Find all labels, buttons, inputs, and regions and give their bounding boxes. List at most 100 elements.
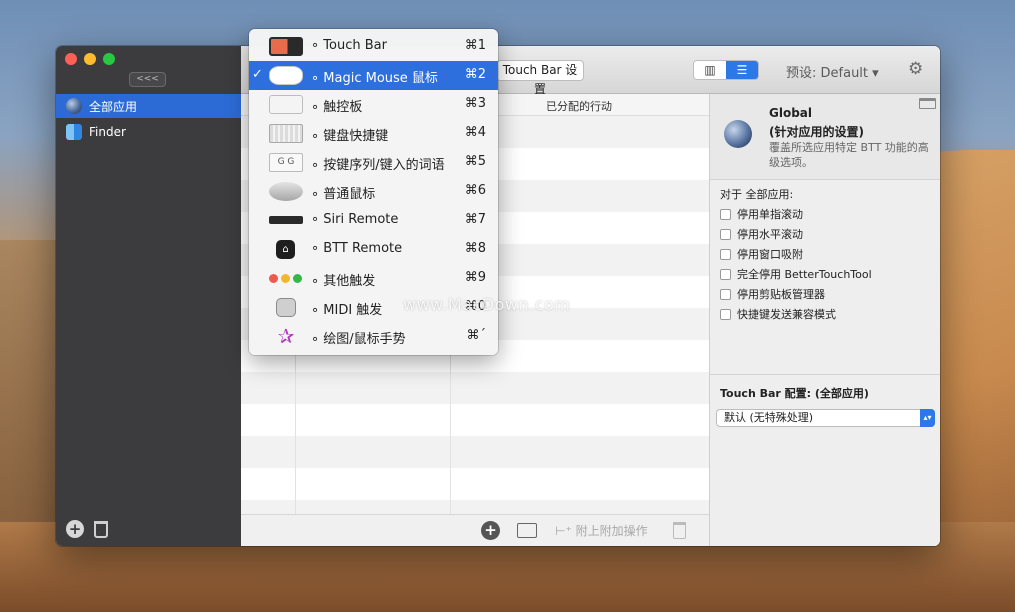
table-row[interactable] — [241, 436, 709, 468]
trackpad-icon — [269, 95, 303, 114]
touchbar-icon — [269, 37, 303, 56]
menu-item-shortcut: ⌘3 — [464, 96, 486, 111]
touchbar-config-value: 默认 (无特殊处理) — [724, 411, 814, 424]
drawing-icon: ✰ — [277, 324, 295, 348]
panel-description: 覆盖所选应用特定 BTT 功能的高级选项。 — [769, 141, 929, 169]
checkbox-label: 快捷键发送兼容模式 — [737, 308, 836, 321]
checkbox[interactable] — [720, 308, 731, 320]
menu-item-label: ∘ 绘图/鼠标手势 — [311, 332, 406, 347]
touchbar-config-select[interactable]: 默认 (无特殊处理) ▴▾ — [716, 409, 935, 427]
sidebar-actions: + — [66, 520, 108, 538]
add-trigger-button[interactable]: + — [481, 521, 500, 540]
panel-subtitle: (针对应用的设置) — [769, 125, 864, 139]
view-mode-segmented-control[interactable]: ▥ ☰ — [693, 60, 759, 80]
checkbox-disable-clipboard-manager[interactable]: 停用剪贴板管理器 — [720, 286, 825, 302]
watermark: www.MacDown.com — [403, 295, 571, 314]
detach-window-icon[interactable] — [919, 98, 936, 109]
menu-item-drawing-gestures[interactable]: ✰ ∘ 绘图/鼠标手势 ⌘´ — [249, 322, 498, 351]
preset-selector[interactable]: 预设: Default ▾ — [786, 62, 879, 81]
checkbox-label: 完全停用 BetterTouchTool — [737, 268, 872, 281]
settings-panel-header: Global (针对应用的设置) 覆盖所选应用特定 BTT 功能的高级选项。 — [710, 94, 940, 180]
delete-trigger-button[interactable] — [673, 522, 686, 539]
checkbox-label: 停用水平滚动 — [737, 228, 803, 241]
list-view-icon[interactable]: ☰ — [726, 61, 758, 79]
checkbox[interactable] — [720, 288, 731, 300]
menu-item-label: ∘ Magic Mouse 鼠标 — [311, 71, 438, 86]
menu-item-label: ∘ Touch Bar — [311, 38, 387, 53]
panel-title: Global — [769, 106, 813, 120]
btt-remote-icon: ⌂ — [276, 240, 295, 259]
menu-item-label: ∘ 按键序列/键入的词语 — [311, 158, 445, 173]
menu-item-shortcut: ⌘7 — [464, 212, 486, 227]
checkmark-icon: ✓ — [252, 67, 263, 82]
other-triggers-icon — [269, 269, 303, 288]
attach-icon: ⊢⁺ — [555, 524, 576, 538]
sidebar: <<< 全部应用 Finder + — [56, 46, 241, 546]
menu-item-normal-mouse[interactable]: ∘ 普通鼠标 ⌘6 — [249, 177, 498, 206]
menu-item-label: ∘ Siri Remote — [311, 212, 399, 227]
menu-item-shortcut: ⌘2 — [464, 67, 486, 82]
menu-item-touch-bar[interactable]: ∘ Touch Bar ⌘1 — [249, 32, 498, 61]
checkbox-shortcut-compat-mode[interactable]: 快捷键发送兼容模式 — [720, 306, 836, 322]
close-window-button[interactable] — [65, 53, 77, 65]
menu-item-key-sequences[interactable]: G G ∘ 按键序列/键入的词语 ⌘5 — [249, 148, 498, 177]
magic-mouse-icon — [269, 66, 303, 85]
table-row[interactable] — [241, 468, 709, 500]
touchbar-settings-button[interactable]: Touch Bar 设置 — [496, 60, 584, 96]
attach-additional-action-button[interactable]: ⊢⁺ 附上附加操作 — [555, 522, 648, 539]
divider — [710, 374, 940, 375]
sidebar-item-label: 全部应用 — [89, 99, 138, 114]
menu-item-other-triggers[interactable]: ∘ 其他触发 ⌘9 — [249, 264, 498, 293]
add-folder-icon[interactable] — [517, 523, 537, 538]
sidebar-item-label: Finder — [89, 125, 126, 139]
table-row[interactable] — [241, 500, 709, 514]
menu-item-siri-remote[interactable]: ∘ Siri Remote ⌘7 — [249, 206, 498, 235]
checkbox-disable-single-finger-scroll[interactable]: 停用单指滚动 — [720, 206, 803, 222]
sidebar-item-finder[interactable]: Finder — [56, 120, 241, 144]
collapse-sidebar-button[interactable]: <<< — [129, 72, 166, 87]
menu-item-shortcut: ⌘´ — [466, 328, 487, 343]
siri-remote-icon — [269, 216, 303, 224]
mouse-icon — [269, 182, 303, 201]
menu-item-label: ∘ 键盘快捷键 — [311, 129, 389, 144]
menu-item-keyboard-shortcuts[interactable]: ∘ 键盘快捷键 ⌘4 — [249, 119, 498, 148]
minimize-window-button[interactable] — [84, 53, 96, 65]
menu-item-trackpad[interactable]: ∘ 触控板 ⌘3 — [249, 90, 498, 119]
menu-item-magic-mouse[interactable]: ✓ ∘ Magic Mouse 鼠标 ⌘2 — [249, 61, 498, 90]
sidebar-item-all-apps[interactable]: 全部应用 — [56, 94, 241, 118]
checkbox-label: 停用窗口吸附 — [737, 248, 803, 261]
menu-item-label: ∘ MIDI 触发 — [311, 303, 383, 318]
menu-item-label: ∘ BTT Remote — [311, 241, 403, 256]
menu-item-shortcut: ⌘6 — [464, 183, 486, 198]
menu-item-shortcut: ⌘4 — [464, 125, 486, 140]
add-app-button[interactable]: + — [66, 520, 84, 538]
grid-view-icon[interactable]: ▥ — [694, 61, 726, 79]
midi-icon — [276, 298, 296, 317]
keyboard-icon — [269, 124, 303, 143]
checkbox[interactable] — [720, 228, 731, 240]
checkbox[interactable] — [720, 248, 731, 260]
table-bottom-bar: + ⊢⁺ 附上附加操作 — [241, 514, 709, 546]
menu-item-label: ∘ 普通鼠标 — [311, 187, 376, 202]
zoom-window-button[interactable] — [103, 53, 115, 65]
section-label: 对于 全部应用: — [720, 188, 794, 201]
finder-icon — [66, 124, 82, 140]
table-row[interactable] — [241, 372, 709, 404]
menu-item-label: ∘ 其他触发 — [311, 274, 376, 289]
table-row[interactable] — [241, 404, 709, 436]
key-sequence-icon: G G — [269, 153, 303, 172]
checkbox-label: 停用剪贴板管理器 — [737, 288, 825, 301]
delete-app-button[interactable] — [94, 520, 108, 538]
menu-item-btt-remote[interactable]: ⌂ ∘ BTT Remote ⌘8 — [249, 235, 498, 264]
checkbox-disable-horizontal-scroll[interactable]: 停用水平滚动 — [720, 226, 803, 242]
menu-item-shortcut: ⌘8 — [464, 241, 486, 256]
column-header-assigned-action[interactable]: 已分配的行动 — [546, 98, 612, 114]
checkbox-disable-window-snapping[interactable]: 停用窗口吸附 — [720, 246, 803, 262]
checkbox[interactable] — [720, 208, 731, 220]
checkbox-disable-bettertouchtool[interactable]: 完全停用 BetterTouchTool — [720, 266, 872, 282]
globe-icon — [66, 98, 82, 114]
attach-label: 附上附加操作 — [575, 524, 648, 538]
menu-item-label: ∘ 触控板 — [311, 100, 363, 115]
gear-icon[interactable]: ⚙ — [908, 59, 923, 79]
checkbox[interactable] — [720, 268, 731, 280]
